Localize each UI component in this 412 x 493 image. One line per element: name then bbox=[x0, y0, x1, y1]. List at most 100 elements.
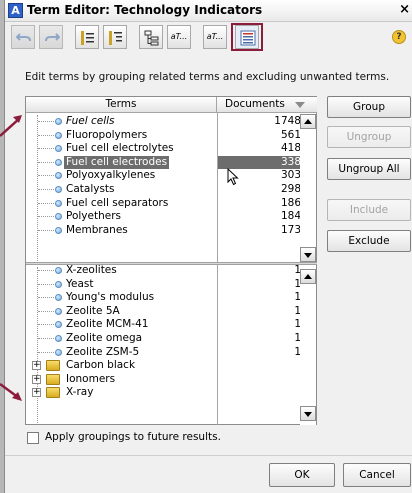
term-text-small-button[interactable]: aT... bbox=[203, 25, 227, 49]
tree-branch-line bbox=[38, 229, 54, 231]
table-row[interactable]: Fuel cell electrolytes 418 bbox=[26, 142, 317, 155]
term-bullet-icon bbox=[55, 280, 62, 288]
table-row[interactable]: + Carbon black bbox=[26, 359, 317, 372]
include-button[interactable]: Include bbox=[327, 199, 411, 221]
document-count: 298 bbox=[280, 183, 301, 195]
tree-branch-line bbox=[38, 297, 54, 299]
highlight-annotation bbox=[231, 23, 263, 51]
app-icon: A bbox=[8, 3, 23, 18]
term-label: Catalysts bbox=[66, 183, 115, 195]
document-count: 303 bbox=[280, 169, 301, 182]
scroll-up-icon[interactable] bbox=[300, 269, 316, 284]
table-row[interactable]: Polyoxyalkylenes 303 bbox=[26, 169, 317, 182]
window-title: Term Editor: Technology Indicators bbox=[27, 3, 263, 17]
close-icon[interactable]: × bbox=[399, 2, 410, 17]
group-folder-icon bbox=[46, 360, 60, 372]
table-row[interactable]: X-zeolites 1 bbox=[26, 264, 317, 277]
lower-scrollbar[interactable] bbox=[300, 266, 316, 425]
table-row[interactable]: Fuel cell electrodes 338 bbox=[26, 155, 317, 169]
document-count: 1 bbox=[294, 318, 301, 331]
table-row[interactable]: Young's modulus 1 bbox=[26, 291, 317, 304]
group-folder-icon bbox=[46, 387, 60, 399]
expand-icon[interactable]: + bbox=[32, 361, 41, 371]
document-count: 1748 bbox=[274, 115, 301, 127]
scroll-down-icon[interactable] bbox=[300, 247, 316, 262]
document-count: 1 bbox=[294, 291, 301, 304]
instructions-text: Edit terms by grouping related terms and… bbox=[25, 71, 390, 83]
terms-column-header[interactable]: Terms bbox=[26, 97, 217, 113]
table-row[interactable]: Zeolite omega 1 bbox=[26, 332, 317, 345]
documents-header-label: Documents bbox=[225, 98, 285, 110]
group-button[interactable]: Group bbox=[327, 96, 411, 118]
toolbar: aT... aT... ? bbox=[11, 23, 412, 51]
mouse-cursor-icon bbox=[227, 168, 239, 186]
term-bullet-icon bbox=[55, 131, 62, 139]
term-label: Yeast bbox=[66, 277, 94, 290]
tree-branch-line bbox=[38, 351, 54, 353]
exclude-button[interactable]: Exclude bbox=[327, 230, 411, 252]
expand-icon[interactable]: + bbox=[32, 374, 41, 384]
table-row[interactable]: Zeolite 5A 1 bbox=[26, 305, 317, 318]
table-row[interactable]: Fuel cells 1748 bbox=[26, 115, 317, 128]
expand-icon[interactable]: + bbox=[32, 388, 41, 398]
tree-branch-line bbox=[38, 134, 54, 136]
table-row[interactable]: Yeast 1 bbox=[26, 278, 317, 291]
annotation-arrow-icon bbox=[0, 382, 22, 401]
table-row[interactable]: Fuel cell separators 186 bbox=[26, 197, 317, 210]
tree-view-button[interactable] bbox=[139, 25, 163, 49]
term-label: Ionomers bbox=[66, 372, 116, 385]
term-bullet-icon bbox=[55, 199, 62, 207]
table-row[interactable]: Polyethers 184 bbox=[26, 210, 317, 223]
document-count: 1 bbox=[294, 304, 301, 317]
tree-branch-line bbox=[38, 324, 54, 326]
term-label: Zeolite 5A bbox=[66, 304, 120, 317]
term-text-button[interactable]: aT... bbox=[167, 25, 191, 49]
ok-button[interactable]: OK bbox=[269, 463, 335, 487]
footer-divider bbox=[5, 455, 412, 456]
tree-branch-line bbox=[38, 270, 54, 271]
ungroup-button[interactable]: Ungroup bbox=[327, 126, 411, 148]
document-count: 1 bbox=[294, 264, 301, 276]
apply-groupings-checkbox[interactable] bbox=[27, 432, 39, 444]
term-label: Fuel cell electrodes bbox=[64, 155, 170, 169]
table-row[interactable]: Fluoropolymers 561 bbox=[26, 129, 317, 142]
terms-list[interactable]: Terms Documents Fuel cells 1748 Fluoropoly… bbox=[25, 96, 317, 425]
collapse-button[interactable] bbox=[75, 25, 99, 49]
help-icon[interactable]: ? bbox=[392, 30, 406, 44]
term-label: Carbon black bbox=[66, 359, 136, 372]
table-row[interactable]: Zeolite ZSM-5 1 bbox=[26, 346, 317, 359]
tree-branch-line bbox=[38, 310, 54, 312]
table-row[interactable]: + X-ray bbox=[26, 386, 317, 399]
undo-button[interactable] bbox=[11, 25, 35, 49]
upper-scrollbar[interactable] bbox=[300, 114, 316, 262]
tree-branch-line bbox=[38, 338, 54, 339]
table-row[interactable]: Zeolite MCM-41 1 bbox=[26, 318, 317, 331]
term-label: Young's modulus bbox=[66, 291, 155, 304]
table-row[interactable]: Membranes 173 bbox=[26, 224, 317, 237]
tree-view-icon bbox=[144, 30, 159, 46]
group-folder-icon bbox=[46, 373, 60, 385]
title-bar[interactable]: A Term Editor: Technology Indicators × bbox=[5, 0, 412, 22]
scroll-down-icon[interactable] bbox=[300, 406, 316, 421]
expand-button[interactable] bbox=[103, 25, 127, 49]
scroll-up-icon[interactable] bbox=[300, 114, 316, 129]
redo-button[interactable] bbox=[39, 25, 63, 49]
document-count: 1 bbox=[294, 332, 301, 344]
cancel-button[interactable]: Cancel bbox=[343, 463, 411, 487]
documents-column-header[interactable]: Documents bbox=[217, 97, 317, 113]
term-label: Zeolite MCM-41 bbox=[66, 318, 149, 331]
document-count: 418 bbox=[280, 142, 301, 155]
expand-icon bbox=[109, 31, 122, 45]
term-label: Zeolite omega bbox=[66, 332, 143, 344]
collapse-icon bbox=[81, 31, 94, 45]
ungroup-all-button[interactable]: Ungroup All bbox=[327, 158, 411, 180]
tree-branch-line bbox=[38, 216, 54, 218]
term-bullet-icon bbox=[55, 321, 62, 329]
table-row[interactable]: + Ionomers bbox=[26, 373, 317, 386]
term-label: Fuel cell electrolytes bbox=[66, 142, 174, 155]
term-bullet-icon bbox=[55, 145, 62, 153]
term-bullet-icon bbox=[55, 186, 62, 193]
tree-branch-line bbox=[38, 161, 54, 163]
term-bullet-icon bbox=[55, 158, 62, 166]
table-row[interactable]: Catalysts 298 bbox=[26, 183, 317, 196]
